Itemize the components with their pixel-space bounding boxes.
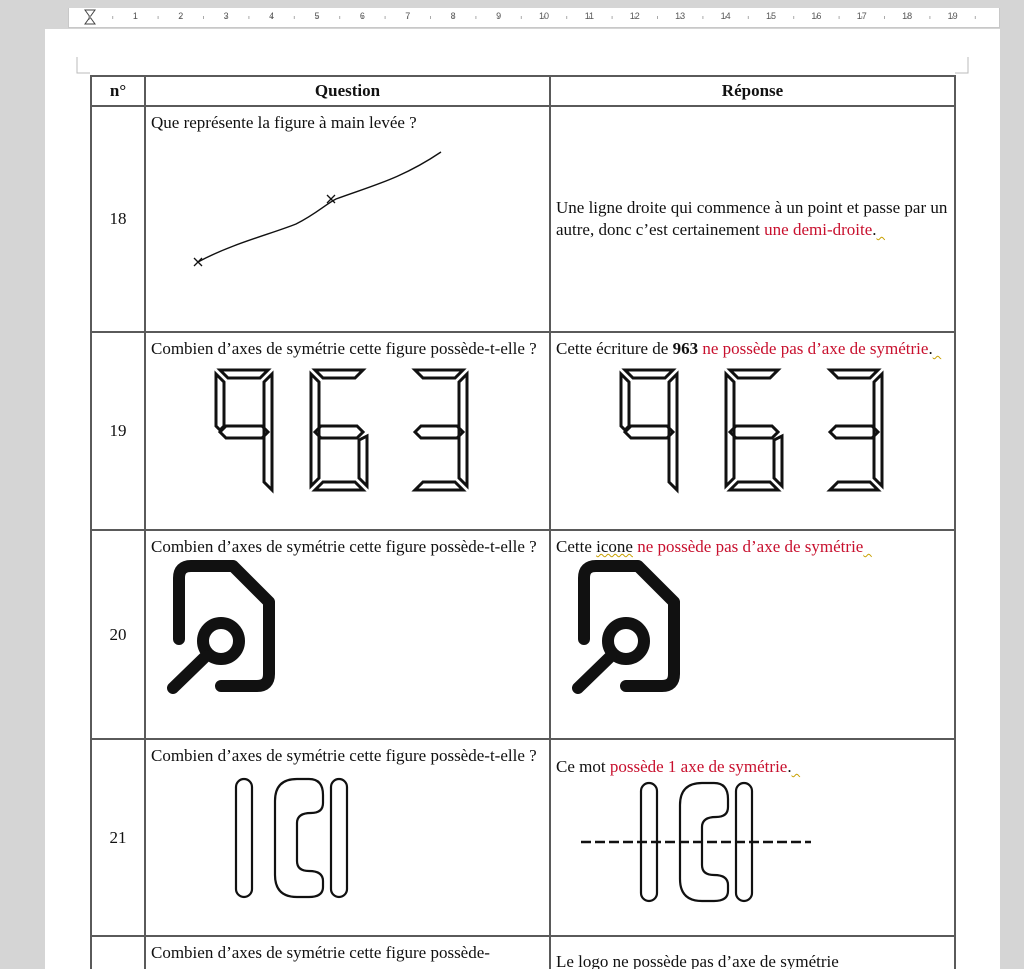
- question-cell[interactable]: Combien d’axes de symétrie cette figure …: [144, 738, 551, 937]
- letter-c-outline: [273, 777, 325, 899]
- ruler-number: 11: [584, 11, 595, 21]
- digit-nine: [214, 368, 274, 494]
- ruler-number: 13: [675, 11, 686, 21]
- spellcheck-mark: [933, 339, 942, 358]
- table-row: Combien d’axes de symétrie cette figure …: [90, 935, 956, 969]
- answer-text-partial: Le logo ne possède pas d’axe de symétrie: [556, 952, 839, 969]
- question-text: Combien d’axes de symétrie cette figure …: [151, 746, 537, 765]
- question-text: Combien d’axes de symétrie cette figure …: [151, 339, 537, 358]
- digit-three: [826, 368, 884, 492]
- horizontal-ruler[interactable]: 1 2 3 4 5 6 7 8 9 10 11 12 13 14 15 16 17 18 19: [68, 8, 1000, 28]
- table-header-row: n° Question Réponse: [90, 75, 956, 107]
- digit-nine: [619, 368, 679, 494]
- ruler-number: 6: [359, 11, 365, 21]
- word-ici-with-axis-figure: [581, 781, 811, 903]
- ruler-number: 12: [629, 11, 640, 21]
- question-answer-table: n° Question Réponse 18 Que représente la…: [90, 75, 956, 969]
- word-ici-figure: [234, 777, 349, 899]
- answer-text: Une ligne droite qui commence à un point…: [556, 198, 948, 239]
- answer-cell[interactable]: Ce mot possède 1 axe de symétrie.: [549, 738, 956, 937]
- answer-bold: 963: [672, 339, 699, 358]
- digits-963-figure: [214, 368, 469, 494]
- answer-cell[interactable]: Cette icone ne possède pas d’axe de symé…: [549, 529, 956, 740]
- ruler-number: 7: [405, 11, 411, 21]
- answer-highlight: une demi-droite: [764, 220, 873, 239]
- file-search-icon-answer: [572, 560, 680, 694]
- answer-highlight: possède 1 axe de symétrie: [609, 757, 788, 776]
- ruler-number: 1: [132, 11, 138, 21]
- digit-six: [724, 368, 784, 492]
- row-number: 18: [90, 105, 146, 333]
- question-text: Que représente la figure à main levée ?: [151, 113, 417, 132]
- ruler-number: 16: [811, 11, 822, 21]
- ruler-number: 4: [269, 11, 275, 21]
- row-number: [90, 935, 146, 969]
- answer-cell[interactable]: Le logo ne possède pas d’axe de symétrie: [549, 935, 956, 969]
- ruler-number: 17: [856, 11, 867, 21]
- spellcheck-mark: [792, 757, 801, 776]
- answer-cell[interactable]: Une ligne droite qui commence à un point…: [549, 105, 956, 333]
- question-cell[interactable]: Que représente la figure à main levée ?: [144, 105, 551, 333]
- header-answer: Réponse: [549, 75, 956, 107]
- row-number: 19: [90, 331, 146, 531]
- digit-six: [309, 368, 369, 492]
- row-number: 20: [90, 529, 146, 740]
- question-cell[interactable]: Combien d’axes de symétrie cette figure …: [144, 935, 551, 969]
- ruler-number: 8: [450, 11, 456, 21]
- table-row: 21 Combien d’axes de symétrie cette figu…: [90, 738, 956, 937]
- digit-three: [411, 368, 469, 492]
- table-row: 19 Combien d’axes de symétrie cette figu…: [90, 331, 956, 531]
- document-page[interactable]: n° Question Réponse 18 Que représente la…: [45, 29, 1000, 969]
- question-cell[interactable]: Combien d’axes de symétrie cette figure …: [144, 529, 551, 740]
- answer-text: Cette écriture de: [556, 339, 673, 358]
- ruler-number: 2: [178, 11, 184, 21]
- ruler-number: 19: [947, 11, 958, 21]
- question-text: Combien d’axes de symétrie cette figure …: [151, 943, 490, 962]
- header-num: n°: [90, 75, 146, 107]
- answer-highlight: ne possède pas d’axe de symétrie: [632, 537, 864, 556]
- ruler-number: 9: [496, 11, 502, 21]
- ruler-number: 18: [902, 11, 913, 21]
- freehand-half-line-figure: [193, 151, 442, 267]
- ruler-number: 5: [314, 11, 320, 21]
- digits-963-figure-answer: [619, 368, 884, 494]
- ruler-number: 14: [720, 11, 731, 21]
- spellcheck-mark: [877, 220, 886, 239]
- ruler-number: 10: [538, 11, 550, 21]
- ruler-number: 3: [223, 11, 229, 21]
- answer-word-icone: icone: [596, 537, 633, 556]
- answer-highlight: ne possède pas d’axe de symétrie: [698, 339, 929, 358]
- file-search-icon: [167, 560, 275, 694]
- answer-cell[interactable]: Cette écriture de 963 ne possède pas d’a…: [549, 331, 956, 531]
- answer-text: Ce mot: [556, 757, 610, 776]
- header-question: Question: [144, 75, 551, 107]
- question-cell[interactable]: Combien d’axes de symétrie cette figure …: [144, 331, 551, 531]
- row-number: 21: [90, 738, 146, 937]
- table-row: 20 Combien d’axes de symétrie cette figu…: [90, 529, 956, 740]
- spellcheck-mark: [863, 537, 872, 556]
- answer-text: Cette: [556, 537, 597, 556]
- ruler-number: 15: [765, 11, 777, 21]
- question-text: Combien d’axes de symétrie cette figure …: [151, 537, 537, 556]
- table-row: 18 Que représente la figure à main levée…: [90, 105, 956, 333]
